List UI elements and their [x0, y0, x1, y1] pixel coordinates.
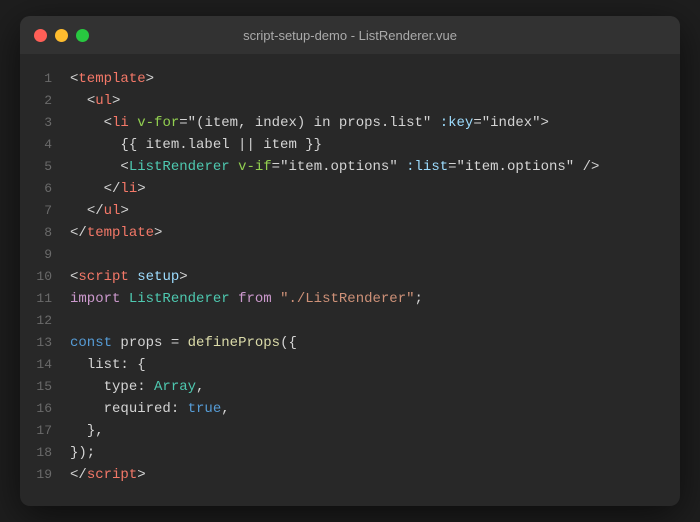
line-number: 7 — [20, 200, 52, 222]
code-content: <ListRenderer v-if="item.options" :list=… — [70, 156, 599, 178]
code-line: 19 </script> — [20, 464, 680, 486]
line-number: 3 — [20, 112, 52, 134]
code-line: 7 </ul> — [20, 200, 680, 222]
code-content: type: Array, — [70, 376, 204, 398]
code-line: 14 list: { — [20, 354, 680, 376]
code-content — [70, 310, 78, 332]
code-content: <template> — [70, 68, 154, 90]
code-line: 3 <li v-for="(item, index) in props.list… — [20, 112, 680, 134]
line-number: 19 — [20, 464, 52, 486]
code-content: </li> — [70, 178, 146, 200]
code-line: 9 — [20, 244, 680, 266]
line-number: 13 — [20, 332, 52, 354]
code-content: required: true, — [70, 398, 230, 420]
line-number: 10 — [20, 266, 52, 288]
code-content: list: { — [70, 354, 146, 376]
line-number: 14 — [20, 354, 52, 376]
code-content: <script setup> — [70, 266, 188, 288]
code-line: 8 </template> — [20, 222, 680, 244]
line-number: 18 — [20, 442, 52, 464]
code-content — [70, 244, 78, 266]
line-number: 12 — [20, 310, 52, 332]
code-content: }); — [70, 442, 95, 464]
code-editor[interactable]: 1 <template> 2 <ul> 3 <li v-for="(item, … — [20, 54, 680, 506]
titlebar: script-setup-demo - ListRenderer.vue — [20, 16, 680, 54]
code-content: }, — [70, 420, 104, 442]
line-number: 17 — [20, 420, 52, 442]
maximize-button[interactable] — [76, 29, 89, 42]
code-line: 2 <ul> — [20, 90, 680, 112]
line-number: 15 — [20, 376, 52, 398]
code-content: </script> — [70, 464, 146, 486]
code-line: 5 <ListRenderer v-if="item.options" :lis… — [20, 156, 680, 178]
code-content: </template> — [70, 222, 162, 244]
line-number: 8 — [20, 222, 52, 244]
code-content: const props = defineProps({ — [70, 332, 297, 354]
traffic-lights — [34, 29, 89, 42]
editor-window: script-setup-demo - ListRenderer.vue 1 <… — [20, 16, 680, 506]
line-number: 2 — [20, 90, 52, 112]
code-line: 6 </li> — [20, 178, 680, 200]
code-line: 16 required: true, — [20, 398, 680, 420]
code-line: 18 }); — [20, 442, 680, 464]
line-number: 11 — [20, 288, 52, 310]
code-content: {{ item.label || item }} — [70, 134, 322, 156]
minimize-button[interactable] — [55, 29, 68, 42]
code-line: 15 type: Array, — [20, 376, 680, 398]
line-number: 1 — [20, 68, 52, 90]
code-line: 4 {{ item.label || item }} — [20, 134, 680, 156]
window-title: script-setup-demo - ListRenderer.vue — [243, 28, 457, 43]
code-line: 11 import ListRenderer from "./ListRende… — [20, 288, 680, 310]
code-line: 12 — [20, 310, 680, 332]
code-content: import ListRenderer from "./ListRenderer… — [70, 288, 423, 310]
code-content: <ul> — [70, 90, 120, 112]
line-number: 5 — [20, 156, 52, 178]
close-button[interactable] — [34, 29, 47, 42]
code-line: 13 const props = defineProps({ — [20, 332, 680, 354]
code-content: </ul> — [70, 200, 129, 222]
line-number: 9 — [20, 244, 52, 266]
code-line: 1 <template> — [20, 68, 680, 90]
code-line: 10 <script setup> — [20, 266, 680, 288]
line-number: 6 — [20, 178, 52, 200]
code-content: <li v-for="(item, index) in props.list" … — [70, 112, 549, 134]
code-line: 17 }, — [20, 420, 680, 442]
line-number: 4 — [20, 134, 52, 156]
line-number: 16 — [20, 398, 52, 420]
